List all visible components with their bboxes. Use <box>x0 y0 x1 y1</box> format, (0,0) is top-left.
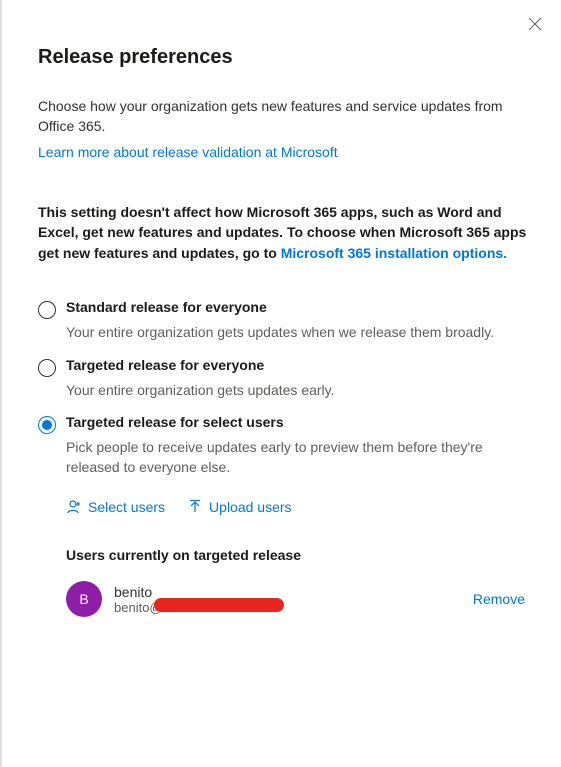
release-options: Standard release for everyone Your entir… <box>38 299 529 477</box>
upload-users-label: Upload users <box>209 499 292 515</box>
close-button[interactable] <box>525 14 545 34</box>
option-standard-release[interactable]: Standard release for everyone <box>38 299 529 319</box>
radio-checked-icon <box>38 416 56 434</box>
upload-icon <box>187 499 203 515</box>
user-row: B benito benito@ Remove <box>66 581 529 617</box>
option-label: Standard release for everyone <box>66 299 267 315</box>
users-heading: Users currently on targeted release <box>66 547 529 563</box>
notice-text: This setting doesn't affect how Microsof… <box>38 202 529 263</box>
close-icon <box>528 17 542 31</box>
option-label: Targeted release for everyone <box>66 357 264 373</box>
option-desc: Pick people to receive updates early to … <box>66 438 529 477</box>
option-targeted-select-users[interactable]: Targeted release for select users <box>38 414 529 434</box>
upload-users-button[interactable]: Upload users <box>187 499 292 515</box>
option-label: Targeted release for select users <box>66 414 284 430</box>
select-users-label: Select users <box>88 499 165 515</box>
avatar: B <box>66 581 102 617</box>
remove-user-button[interactable]: Remove <box>473 591 525 607</box>
select-users-button[interactable]: Select users <box>66 499 165 515</box>
user-name: benito <box>114 584 163 600</box>
user-actions: Select users Upload users <box>66 499 529 515</box>
page-title: Release preferences <box>38 46 529 69</box>
option-targeted-everyone[interactable]: Targeted release for everyone <box>38 357 529 377</box>
redaction-mark <box>154 598 284 612</box>
intro-text: Choose how your organization gets new fe… <box>38 97 529 136</box>
radio-unchecked-icon <box>38 301 56 319</box>
option-desc: Your entire organization gets updates wh… <box>66 323 529 343</box>
radio-unchecked-icon <box>38 359 56 377</box>
installation-options-link[interactable]: Microsoft 365 installation options. <box>281 245 507 261</box>
targeted-users-section: Users currently on targeted release B be… <box>66 547 529 617</box>
option-desc: Your entire organization gets updates ea… <box>66 381 529 401</box>
person-add-icon <box>66 499 82 515</box>
learn-more-link[interactable]: Learn more about release validation at M… <box>38 144 338 160</box>
